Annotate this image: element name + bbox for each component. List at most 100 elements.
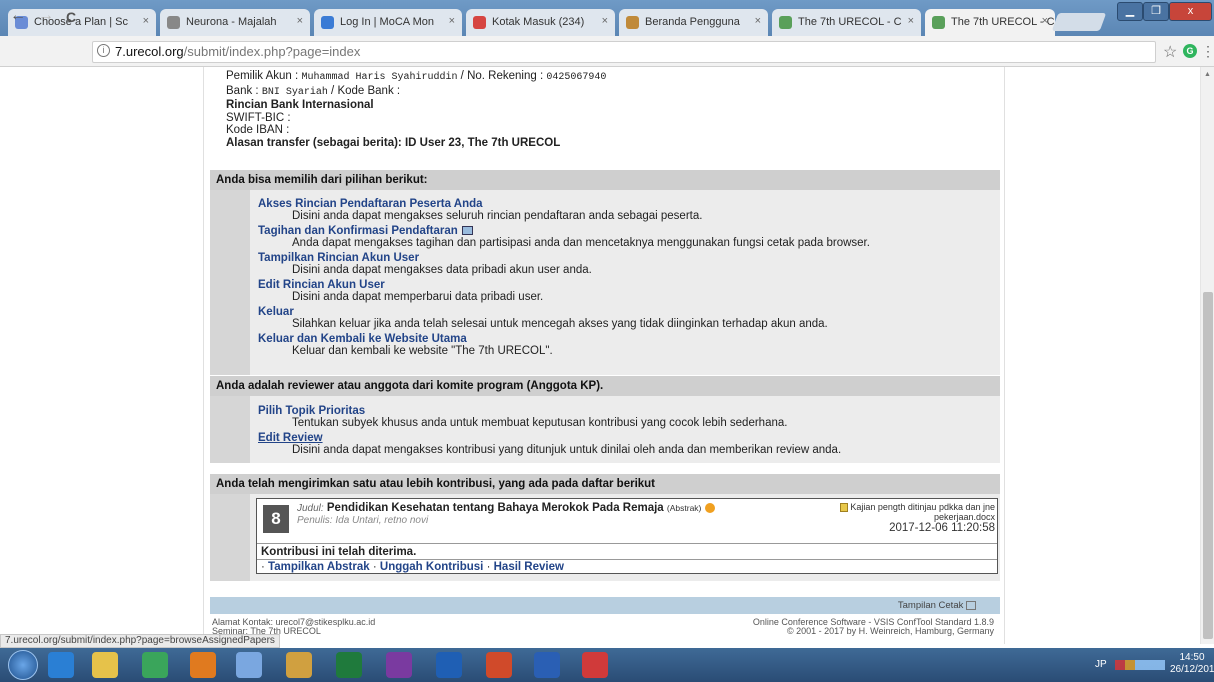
tab-favicon-icon xyxy=(626,16,639,29)
menu-icon[interactable]: ⋮ xyxy=(1201,43,1214,60)
abstrak-link[interactable]: (Abstrak) xyxy=(667,503,701,513)
taskbar-opera-icon[interactable] xyxy=(582,652,608,678)
option-link[interactable]: Tampilkan Rincian Akun User xyxy=(258,252,592,264)
contribution-title: Pendidikan Kesehatan tentang Bahaya Mero… xyxy=(326,502,664,514)
reviewer-block: Pilih Topik Prioritas Tentukan subyek khu… xyxy=(210,396,1000,463)
reviewer-header: Anda adalah reviewer atau anggota dari k… xyxy=(210,376,1000,396)
tab-label: Log In | MoCA Mon xyxy=(340,16,434,28)
tab-favicon-icon xyxy=(932,16,945,29)
new-tab-button[interactable] xyxy=(1051,13,1107,31)
reload-button[interactable]: C xyxy=(66,9,76,25)
option-title-row: Tagihan dan Konfirmasi Pendaftaran xyxy=(258,225,870,237)
file-icon xyxy=(839,503,848,513)
taskbar-word-icon[interactable] xyxy=(534,652,560,678)
taskbar-ie-icon[interactable] xyxy=(48,652,74,678)
option-link[interactable]: Tagihan dan Konfirmasi Pendaftaran xyxy=(258,225,458,237)
tab-label: Beranda Pengguna xyxy=(645,16,740,28)
browser-tab[interactable]: The 7th URECOL - C × xyxy=(925,9,1055,36)
option-link[interactable]: Keluar xyxy=(258,306,828,318)
option-description: Disini anda dapat mengakses data pribadi… xyxy=(292,264,592,276)
site-info-icon[interactable]: i xyxy=(97,44,110,57)
taskbar-paint-icon[interactable] xyxy=(286,652,312,678)
input-language[interactable]: JP xyxy=(1095,659,1107,670)
taskbar-outlook-icon[interactable] xyxy=(436,652,462,678)
tab-close-icon[interactable]: × xyxy=(1042,15,1048,27)
tab-close-icon[interactable]: × xyxy=(143,15,149,27)
option-description: Tentukan subyek khusus anda untuk membua… xyxy=(292,417,788,429)
taskbar-excel-icon[interactable] xyxy=(336,652,362,678)
taskbar-chrome-icon[interactable] xyxy=(142,652,168,678)
options-header: Anda bisa memilih dari pilihan berikut: xyxy=(210,170,1000,190)
taskbar-powerpoint-icon[interactable] xyxy=(486,652,512,678)
option-link[interactable]: Pilih Topik Prioritas xyxy=(258,405,787,417)
page-viewport: Pemilik Akun : Muhammad Haris Syahiruddi… xyxy=(0,67,1200,644)
taskbar-onenote-icon[interactable] xyxy=(386,652,412,678)
tab-label: The 7th URECOL - C xyxy=(798,16,902,28)
info-badge-icon[interactable] xyxy=(704,502,715,513)
tab-close-icon[interactable]: × xyxy=(602,15,608,27)
contribution-status: Kontribusi ini telah diterima. xyxy=(257,543,997,559)
separator: / xyxy=(460,70,464,82)
clock-date: 26/12/2017 xyxy=(1170,664,1214,675)
start-button[interactable] xyxy=(8,650,38,680)
tab-close-icon[interactable]: × xyxy=(297,15,303,27)
taskbar-vpn-icon[interactable] xyxy=(236,652,262,678)
contrib-strip xyxy=(210,494,250,581)
tab-close-icon[interactable]: × xyxy=(449,15,455,27)
extension-icon[interactable]: G xyxy=(1183,44,1197,58)
option-link[interactable]: Edit Review xyxy=(258,432,841,444)
footer-right: Online Conference Software - VSIS ConfTo… xyxy=(734,618,994,636)
option-link[interactable]: Akses Rincian Pendaftaran Peserta Anda xyxy=(258,198,702,210)
browser-tab[interactable]: The 7th URECOL - C × xyxy=(772,9,921,36)
contribution-action-link[interactable]: Hasil Review xyxy=(494,561,564,573)
option-item: Keluar dan Kembali ke Website Utama Kelua… xyxy=(258,333,553,357)
system-tray-icons[interactable] xyxy=(1115,660,1165,670)
file-name-2[interactable]: pekerjaan.docx xyxy=(817,512,995,522)
tab-close-icon[interactable]: × xyxy=(755,15,761,27)
scroll-up-icon[interactable]: ▲ xyxy=(1204,71,1211,78)
print-icon[interactable] xyxy=(966,600,976,610)
maximize-button[interactable]: ❐ xyxy=(1143,2,1169,21)
rek-value: 0425067940 xyxy=(546,72,607,83)
browser-tab[interactable]: Neurona - Majalah × xyxy=(160,9,310,36)
bookmark-star-icon[interactable]: ☆ xyxy=(1163,42,1177,62)
address-bar[interactable]: 7.urecol.org/submit/index.php?page=index xyxy=(92,41,1156,63)
tab-label: Kotak Masuk (234) xyxy=(492,16,585,28)
option-item: Edit Review Disini anda dapat mengakses k… xyxy=(258,432,841,456)
browser-tab[interactable]: Beranda Pengguna × xyxy=(619,9,768,36)
option-item: Edit Rincian Akun User Disini anda dapat … xyxy=(258,279,543,303)
option-link[interactable]: Edit Rincian Akun User xyxy=(258,279,543,291)
tab-close-icon[interactable]: × xyxy=(908,15,914,27)
taskbar-clock[interactable]: 14:5026/12/2017 xyxy=(1170,652,1214,676)
close-window-button[interactable]: x xyxy=(1169,2,1212,21)
browser-tab[interactable]: Choose a Plan | Sc × xyxy=(8,9,156,36)
forward-button[interactable]: → xyxy=(38,7,54,25)
contribution-action-link[interactable]: Tampilkan Abstrak xyxy=(268,561,370,573)
taskbar-media-icon[interactable] xyxy=(190,652,216,678)
back-button[interactable]: ← xyxy=(10,7,26,25)
owner-value: Muhammad Haris Syahiruddin xyxy=(301,72,458,83)
scrollbar-thumb[interactable] xyxy=(1203,292,1213,639)
minimize-button[interactable]: ▁ xyxy=(1117,2,1143,21)
tab-favicon-icon xyxy=(167,16,180,29)
bank-label: Bank : xyxy=(226,84,259,97)
file-date: 2017-12-06 11:20:58 xyxy=(889,522,995,535)
browser-tab[interactable]: Log In | MoCA Mon × xyxy=(314,9,462,36)
options-strip xyxy=(210,190,250,375)
browser-tab[interactable]: Kotak Masuk (234) × xyxy=(466,9,615,36)
print-view-link[interactable]: Tampilan Cetak xyxy=(898,600,963,611)
url-host: 7.urecol.org xyxy=(115,44,184,59)
print-window-icon[interactable] xyxy=(461,226,473,236)
option-item: Tampilkan Rincian Akun User Disini anda d… xyxy=(258,252,592,276)
file-name-1[interactable]: Kajian pength ditinjau pdkka dan jne xyxy=(850,502,995,512)
taskbar-explorer-icon[interactable] xyxy=(92,652,118,678)
url-path: /submit/index.php?page=index xyxy=(183,44,361,59)
contribution-action-link[interactable]: Unggah Kontribusi xyxy=(380,561,484,573)
separator: / xyxy=(331,84,335,97)
option-link[interactable]: Keluar dan Kembali ke Website Utama xyxy=(258,333,553,345)
option-description: Disini anda dapat mengakses seluruh rinc… xyxy=(292,210,703,222)
page-scrollbar[interactable]: ▲ xyxy=(1200,67,1214,644)
tab-favicon-icon xyxy=(321,16,334,29)
option-description: Keluar dan kembali ke website "The 7th U… xyxy=(292,345,553,357)
option-item: Keluar Silahkan keluar jika anda telah se… xyxy=(258,306,828,330)
